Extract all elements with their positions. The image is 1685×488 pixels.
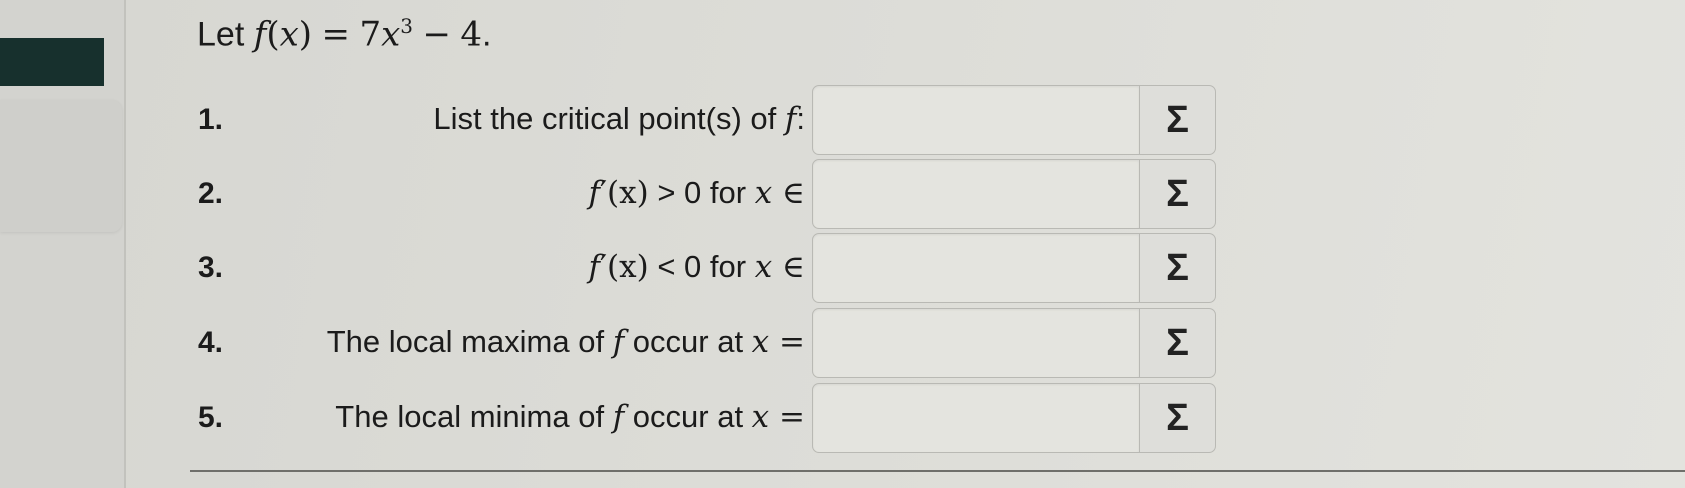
- let-word: Let: [197, 15, 245, 54]
- question-number: 4.: [198, 326, 224, 359]
- question-number: 5.: [198, 401, 224, 434]
- function-symbol: f: [612, 324, 625, 360]
- symbol-palette-button[interactable]: Σ: [1139, 308, 1216, 378]
- question-row-3: 3. f′(x) < 0 for x ∈ Σ: [0, 233, 1685, 305]
- answer-input-1[interactable]: [812, 85, 1140, 155]
- minus-sign: −: [422, 14, 451, 55]
- question-text: The local minima of f occur at x =: [335, 399, 805, 435]
- symbol-palette-button[interactable]: Σ: [1139, 383, 1216, 453]
- answer-input-3[interactable]: [812, 233, 1140, 303]
- constant: 4: [460, 14, 483, 55]
- question-number: 1.: [198, 103, 224, 136]
- function-symbol: f: [784, 101, 797, 137]
- question-row-1: 1. List the critical point(s) of f: Σ: [0, 85, 1685, 157]
- function-symbol: f: [588, 175, 600, 211]
- question-row-4: 4. The local maxima of f occur at x = Σ: [0, 308, 1685, 380]
- function-symbol: f: [588, 249, 600, 285]
- question-text: f′(x) < 0 for x ∈: [588, 249, 805, 285]
- problem-statement: Let f(x) = 7x3 − 4.: [197, 14, 492, 54]
- answer-input-2[interactable]: [812, 159, 1140, 229]
- variable-x: x: [279, 14, 299, 55]
- symbol-palette-button[interactable]: Σ: [1139, 85, 1216, 155]
- question-text: f′(x) > 0 for x ∈: [588, 175, 805, 211]
- symbol-palette-button[interactable]: Σ: [1139, 159, 1216, 229]
- close-paren: ): [298, 14, 313, 55]
- open-paren: (: [266, 14, 280, 55]
- question-text: List the critical point(s) of f:: [433, 101, 805, 137]
- equals-sign: =: [321, 14, 350, 55]
- divider: [190, 470, 1685, 472]
- exponent: 3: [400, 14, 413, 38]
- question-row-5: 5. The local minima of f occur at x = Σ: [0, 383, 1685, 455]
- sidebar-tab[interactable]: [0, 38, 104, 86]
- answer-input-4[interactable]: [812, 308, 1140, 378]
- question-number: 2.: [198, 177, 224, 210]
- symbol-palette-button[interactable]: Σ: [1139, 233, 1216, 303]
- question-row-2: 2. f′(x) > 0 for x ∈ Σ: [0, 159, 1685, 231]
- variable-x: x: [381, 14, 401, 55]
- answer-input-5[interactable]: [812, 383, 1140, 453]
- function-symbol: f: [612, 399, 625, 435]
- coefficient: 7: [359, 14, 382, 55]
- question-text: The local maxima of f occur at x =: [326, 324, 805, 360]
- function-symbol: f: [253, 14, 267, 55]
- period: .: [482, 15, 492, 54]
- question-number: 3.: [198, 251, 224, 284]
